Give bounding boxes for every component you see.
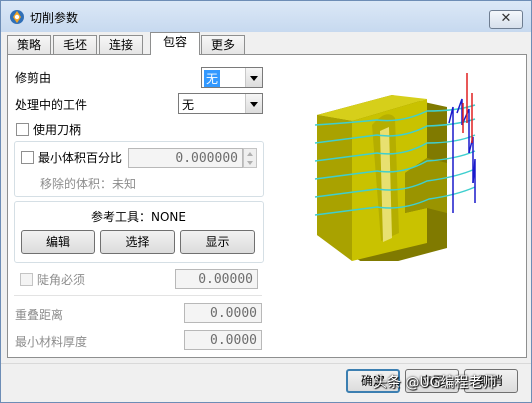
tab-containment[interactable]: 包容	[150, 32, 200, 55]
watermark-text: 头条 @UG编程老师	[373, 375, 497, 391]
min-volume-input[interactable]: 0.000000	[128, 148, 243, 168]
edit-button[interactable]: 编辑	[21, 230, 95, 254]
tab-more[interactable]: 更多	[201, 35, 245, 54]
footer-divider	[1, 363, 531, 364]
min-volume-checkbox[interactable]	[21, 151, 34, 164]
title-bar: 切削参数 ✕	[1, 1, 531, 32]
use-tool-holder-label: 使用刀柄	[33, 123, 82, 137]
trim-by-value: 无	[204, 70, 221, 87]
tab-connections[interactable]: 连接	[99, 35, 143, 54]
in-process-workpiece-dropdown[interactable]: 无	[178, 93, 263, 114]
in-process-workpiece-label: 处理中的工件	[15, 98, 88, 112]
dialog-window: 切削参数 ✕ 策略 毛坯 连接 包容 更多 修剪由 无 处理中的工件 无 使用刀…	[0, 0, 532, 403]
overlap-distance-input[interactable]: 0.0000	[184, 303, 262, 323]
select-button[interactable]: 选择	[100, 230, 175, 254]
display-button[interactable]: 显示	[180, 230, 255, 254]
steep-required-label: 陡角必须	[37, 273, 86, 287]
min-material-thickness-label: 最小材料厚度	[15, 335, 88, 349]
tab-blank[interactable]: 毛坯	[53, 35, 97, 54]
trim-by-label: 修剪由	[15, 71, 52, 85]
close-button[interactable]: ✕	[489, 10, 523, 29]
chevron-down-icon	[245, 68, 262, 87]
in-process-workpiece-value: 无	[182, 98, 195, 112]
use-tool-holder-checkbox[interactable]	[16, 123, 29, 136]
trim-by-dropdown[interactable]: 无	[201, 67, 263, 88]
steep-required-checkbox[interactable]	[20, 273, 33, 286]
min-volume-group: 最小体积百分比 0.000000 移除的体积：未知	[14, 141, 264, 197]
toolpath-preview-image	[314, 73, 476, 268]
min-volume-label: 最小体积百分比	[38, 151, 123, 165]
dialog-title: 切削参数	[30, 11, 79, 25]
app-icon	[10, 10, 24, 24]
reference-tool-label: 参考工具：NONE	[91, 210, 186, 224]
preview-graphic	[277, 63, 520, 268]
chevron-down-icon	[245, 94, 262, 113]
steep-angle-input[interactable]: 0.00000	[175, 269, 258, 289]
reference-tool-group: 参考工具：NONE 编辑 选择 显示	[14, 201, 264, 263]
tab-strategy[interactable]: 策略	[7, 35, 51, 54]
tab-panel-containment: 修剪由 无 处理中的工件 无 使用刀柄 最小体积百分比 0.000000 移除的…	[7, 54, 527, 358]
min-volume-spinner[interactable]	[243, 148, 257, 168]
min-material-thickness-input[interactable]: 0.0000	[184, 330, 262, 350]
removed-volume-text: 移除的体积：未知	[40, 177, 137, 191]
divider	[14, 295, 262, 296]
overlap-distance-label: 重叠距离	[15, 308, 64, 322]
